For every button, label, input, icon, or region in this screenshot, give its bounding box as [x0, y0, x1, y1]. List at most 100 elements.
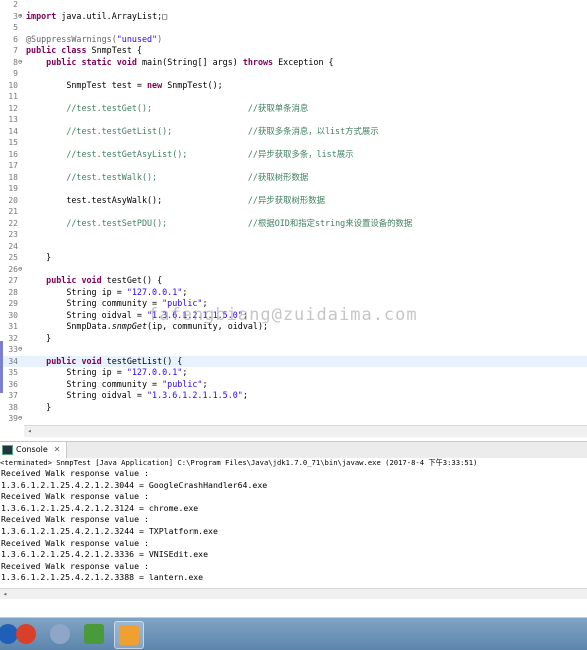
taskbar-chrome-button[interactable]	[12, 621, 40, 647]
line-number: 6	[13, 34, 18, 44]
code-text: //test.testGet(); //获取单条消息	[26, 103, 308, 115]
line-number: 24	[8, 241, 18, 251]
code-token: //test.testGetAsyList(); //异步获取多条，list展示	[26, 148, 354, 159]
code-line[interactable]: 36 String community = "public";	[0, 379, 587, 391]
line-number: 2	[13, 0, 18, 9]
console-line: 1.3.6.1.2.1.25.4.2.1.2.3336 = VNISEdit.e…	[1, 549, 209, 560]
line-number: 13	[8, 115, 18, 124]
code-line[interactable]: 19	[0, 183, 587, 195]
console-line: 1.3.6.1.2.1.25.4.2.1.2.3244 = TXPlatform…	[1, 526, 218, 536]
code-token: String oidval =	[26, 309, 148, 320]
code-token: //异步获取树形数据	[247, 194, 325, 205]
code-text: //test.testGetList(); //获取多条消息，以list方式展示	[26, 126, 378, 138]
code-line[interactable]: 15	[0, 137, 587, 149]
code-line[interactable]: 17	[0, 160, 587, 172]
code-token: SnmpData.	[26, 321, 112, 331]
line-number: 20	[8, 195, 18, 205]
line-number: 38	[8, 402, 18, 412]
taskbar-chart-app-button[interactable]	[80, 621, 108, 647]
code-line[interactable]: 5	[0, 22, 587, 34]
code-line[interactable]: 13	[0, 114, 587, 126]
code-line[interactable]: 35 String ip = "127.0.0.1";	[0, 367, 587, 379]
collapse-fold-icon[interactable]: ⊖	[18, 57, 24, 69]
scroll-left-icon[interactable]: ◂	[24, 426, 35, 437]
console-horizontal-scrollbar[interactable]: ◂	[0, 588, 587, 599]
console-line: 1.3.6.1.2.1.25.4.2.1.2.3044 = GoogleCras…	[1, 479, 268, 490]
code-token: snmpGet	[111, 321, 148, 331]
code-text: }	[26, 252, 51, 264]
code-token: }	[26, 401, 52, 412]
tab-console[interactable]: Console ✕	[0, 442, 68, 458]
code-line[interactable]: 21	[0, 206, 587, 218]
code-line[interactable]: 8 ⊖ public static void main(String[] args…	[0, 57, 587, 69]
collapse-fold-icon[interactable]: ⊖	[18, 264, 24, 276]
taskbar-audio-app-button[interactable]	[114, 621, 144, 649]
line-number: 22	[8, 218, 18, 228]
code-text: }	[26, 402, 51, 414]
code-line[interactable]: 27 public void testGet() {	[0, 275, 587, 287]
code-line[interactable]: 32 }	[0, 333, 587, 345]
code-line[interactable]: 38 }	[0, 402, 587, 414]
code-line[interactable]: 33 ⊖	[0, 344, 587, 356]
code-line[interactable]: 28 String ip = "127.0.0.1";	[0, 287, 587, 299]
code-line[interactable]: 23	[0, 229, 587, 241]
editor-horizontal-scrollbar[interactable]: ◂	[24, 425, 587, 437]
code-line[interactable]: 26 ⊖	[0, 264, 587, 276]
code-line[interactable]: 10 SnmpTest test = new SnmpTest();	[0, 80, 587, 92]
code-line[interactable]: 39 ⊖	[0, 413, 587, 425]
scroll-left-icon[interactable]: ◂	[0, 589, 10, 599]
code-token: java.util.ArrayList;	[56, 10, 163, 21]
line-number: 16	[8, 149, 18, 159]
taskbar-gear-app-button[interactable]	[46, 621, 74, 647]
console-line: Received Walk response value :	[1, 584, 149, 586]
code-token: String community =	[26, 378, 163, 389]
line-number: 30	[8, 310, 18, 320]
speaker-icon	[119, 625, 139, 645]
code-line[interactable]: 20 test.testAsyWalk(); //异步获取树形数据	[0, 195, 587, 207]
line-number: 8	[13, 57, 18, 67]
code-line[interactable]: 3 ⊕ import java.util.ArrayList;□	[0, 11, 587, 23]
close-icon[interactable]: ✕	[54, 442, 61, 458]
code-line[interactable]: 18 //test.testWalk(); //获取树形数据	[0, 172, 587, 184]
code-line[interactable]: 25 }	[0, 252, 587, 264]
code-token: String ip =	[26, 286, 127, 297]
code-line[interactable]: 22 //test.testSetPDU(); //根据OID和指定string…	[0, 218, 587, 230]
line-number: 39	[8, 414, 18, 423]
code-line[interactable]: 2	[0, 0, 587, 11]
code-line[interactable]: 12 //test.testGet(); //获取单条消息	[0, 103, 587, 115]
code-line[interactable]: 7 public class SnmpTest {	[0, 45, 587, 57]
code-text: test.testAsyWalk(); //异步获取树形数据	[26, 195, 325, 207]
code-line[interactable]: 11	[0, 91, 587, 103]
line-number: 18	[8, 172, 18, 182]
line-number: 11	[8, 92, 18, 101]
console-line: Received Walk response value :	[1, 537, 149, 548]
line-number: 14	[8, 126, 18, 136]
code-token: main(String[] args)	[136, 56, 243, 67]
line-number: 7	[13, 46, 18, 55]
line-number: 19	[8, 184, 18, 193]
console-line: Received Walk response value :	[1, 468, 149, 478]
code-line[interactable]: 34 public void testGetList() {	[0, 355, 587, 367]
code-token: //test.testGet(); //获取单条消息	[26, 102, 309, 113]
code-line[interactable]: 14 //test.testGetList(); //获取多条消息，以list方…	[0, 126, 587, 138]
console-output[interactable]: Received Walk response value :1.3.6.1.2.…	[0, 468, 587, 586]
expand-fold-icon[interactable]: ⊕	[18, 11, 24, 23]
code-line[interactable]: 24	[0, 241, 587, 253]
line-number: 10	[8, 80, 18, 90]
code-line[interactable]: 6 @SuppressWarnings("unused")	[0, 34, 587, 46]
code-token: ;	[202, 378, 208, 389]
collapse-fold-icon[interactable]: ⊖	[18, 344, 24, 356]
code-token: "127.0.0.1"	[126, 367, 183, 377]
line-number: 25	[8, 253, 18, 262]
code-line[interactable]: 16 //test.testGetAsyList(); //异步获取多条，lis…	[0, 149, 587, 161]
code-token: "unused"	[116, 33, 158, 44]
code-editor[interactable]: 2 3 ⊕ import java.util.ArrayList;□ 5 6 @Suppre…	[0, 0, 587, 425]
code-token: throws	[242, 56, 274, 67]
code-line[interactable]: 37 String oidval = "1.3.6.1.2.1.1.5.0";	[0, 390, 587, 402]
collapse-fold-icon[interactable]: ⊖	[18, 413, 24, 425]
line-number: 40	[0, 425, 18, 426]
line-number: 23	[8, 230, 18, 239]
code-token: new	[147, 79, 163, 90]
code-line[interactable]: 9	[0, 68, 587, 80]
